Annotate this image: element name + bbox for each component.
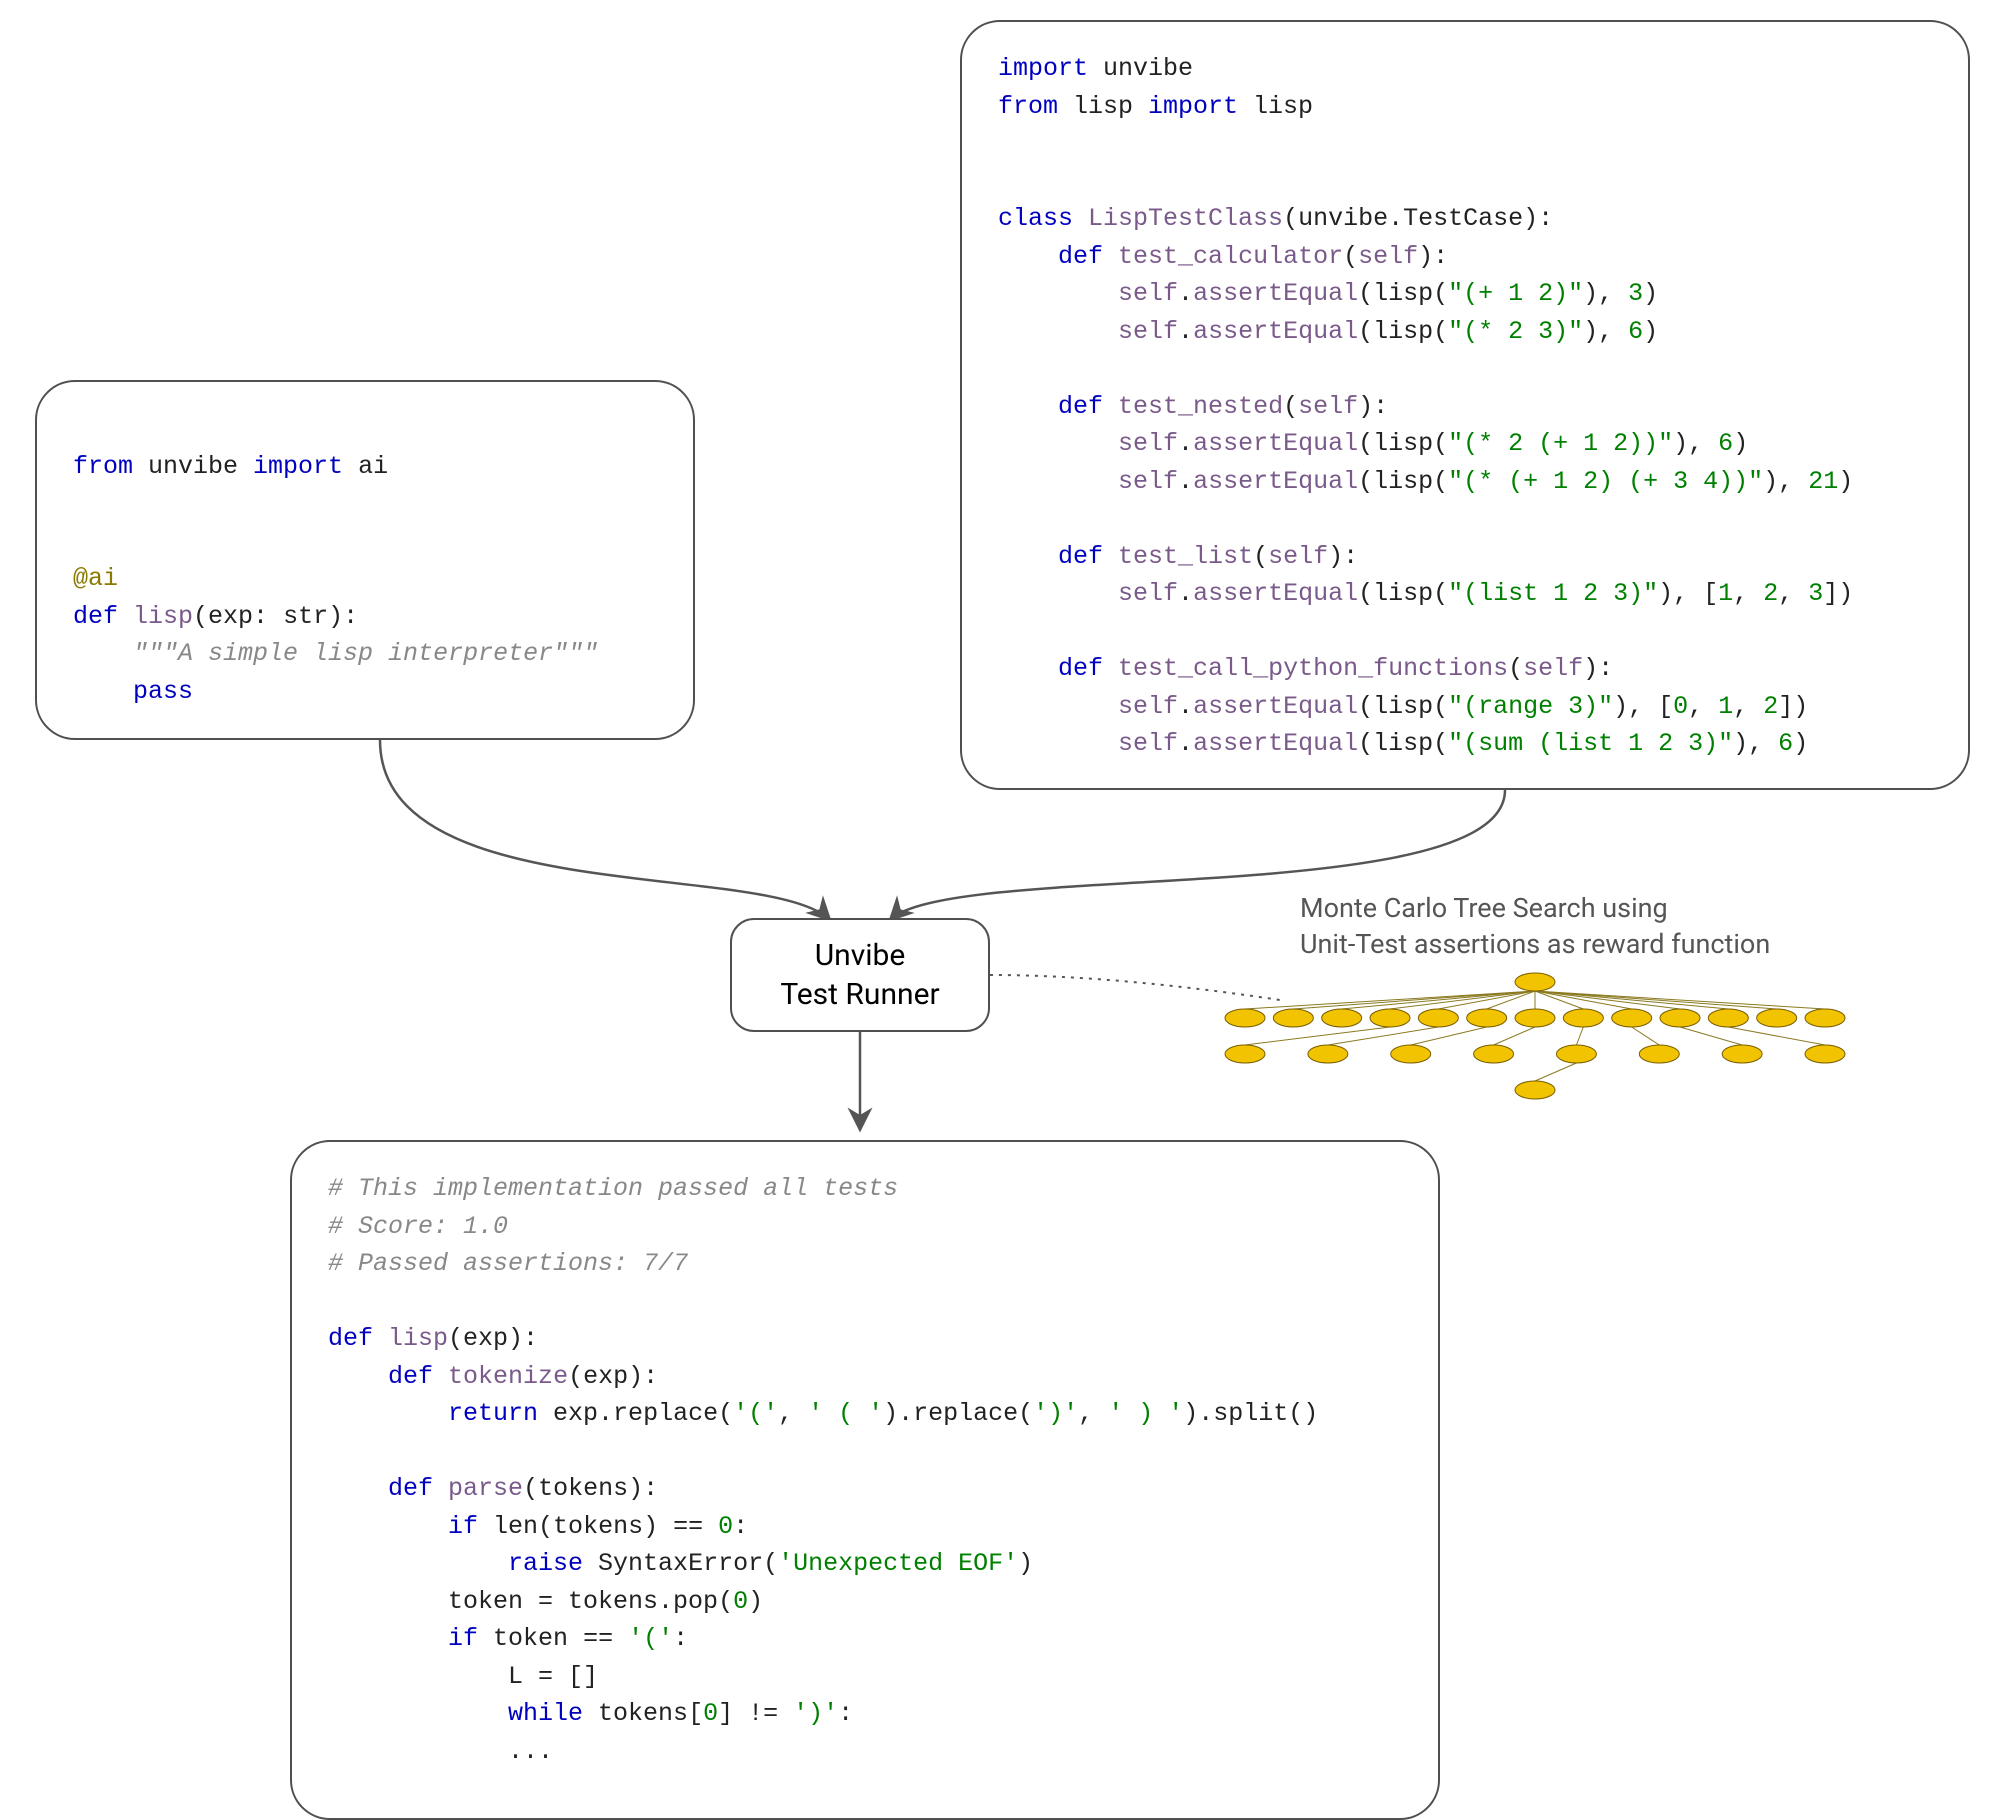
code-box-output: # This implementation passed all tests #… bbox=[290, 1140, 1440, 1820]
tests-code: import unvibe from lisp import lisp clas… bbox=[998, 50, 1932, 763]
output-code: # This implementation passed all tests #… bbox=[328, 1170, 1402, 1770]
code-box-tests: import unvibe from lisp import lisp clas… bbox=[960, 20, 1970, 790]
runner-line1: Unvibe bbox=[780, 936, 939, 975]
caption-line1: Monte Carlo Tree Search using bbox=[1300, 890, 1770, 926]
runner-line2: Test Runner bbox=[780, 975, 939, 1014]
stub-code: from unvibe import ai @ai def lisp(exp: … bbox=[73, 410, 657, 748]
code-box-stub: from unvibe import ai @ai def lisp(exp: … bbox=[35, 380, 695, 740]
caption-line2: Unit-Test assertions as reward function bbox=[1300, 926, 1770, 962]
mcts-caption: Monte Carlo Tree Search using Unit-Test … bbox=[1300, 890, 1770, 963]
mcts-tree-graphic bbox=[1225, 972, 1845, 1126]
diagram-canvas: from unvibe import ai @ai def lisp(exp: … bbox=[0, 0, 2000, 1584]
runner-box: Unvibe Test Runner bbox=[730, 918, 990, 1032]
